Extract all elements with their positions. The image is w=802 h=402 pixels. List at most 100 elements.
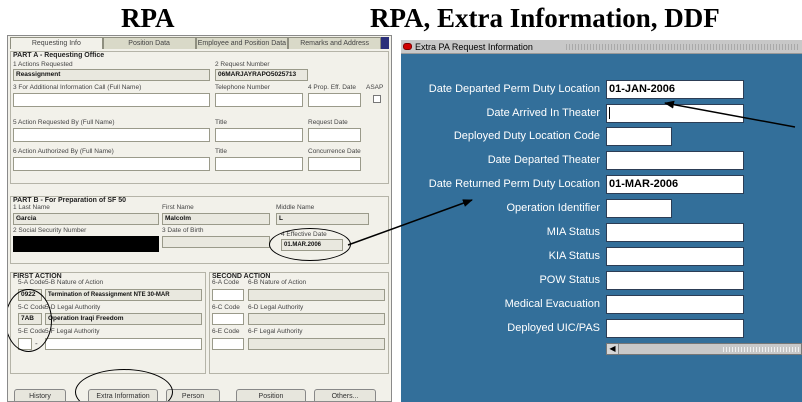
first-name-label: First Name [162,204,194,211]
part-b-title: PART B - For Preparation of SF 50 [13,197,127,204]
tab-bar-end [381,37,389,49]
heading-rpa: RPA [121,3,175,33]
action-authorized-by-field[interactable] [13,157,210,171]
code-6e-label: 6-E Code [212,328,240,335]
titlebar-grip [566,44,800,50]
request-date-field[interactable] [308,128,361,142]
tab-remarks-address[interactable]: Remarks and Address [288,37,381,49]
extra-pa-titlebar[interactable]: Extra PA Request Information [401,40,802,54]
authority-5f-field[interactable] [45,338,202,350]
actions-requested-field[interactable]: Reassignment [13,69,210,81]
window-icon [403,43,412,50]
concurrence-date-field[interactable] [308,157,361,171]
scrollbar-grip [723,347,801,352]
code-6a-field[interactable] [212,289,244,301]
telephone-field[interactable] [215,93,303,107]
asap-checkbox[interactable] [373,95,381,103]
ssn-label: 2 Social Security Number [13,227,87,234]
field-label-date-returned-perm: Date Returned Perm Duty Location [428,178,600,190]
last-name-label: 1 Last Name [13,204,50,211]
tab-employee-position-data[interactable]: Employee and Position Data [195,37,289,49]
others-button[interactable]: Others... [314,389,376,401]
nature-5b-field[interactable]: Termination of Reassignment NTE 30-MAR [45,289,202,301]
action-codes-highlight [8,289,52,352]
authority-6f-label: 6-F Legal Authority [248,328,303,335]
field-label-operation-identifier: Operation Identifier [506,202,600,214]
action-requested-by-label: 5 Action Requested By (Full Name) [13,119,115,126]
title-field[interactable] [215,128,303,142]
tab-position-data[interactable]: Position Data [102,37,196,49]
field-label-date-departed-perm: Date Departed Perm Duty Location [428,83,600,95]
deployed-duty-location-input[interactable] [606,127,672,146]
history-button[interactable]: History [14,389,66,401]
action-authorized-by-label: 6 Action Authorized By (Full Name) [13,148,114,155]
field-label-date-arrived-theater: Date Arrived In Theater [486,107,600,119]
date-returned-perm-input[interactable]: 01-MAR-2006 [606,175,744,194]
mia-status-input[interactable] [606,223,744,242]
rpa-tab-bar: Requesting Info Position Data Employee a… [10,37,389,49]
person-button[interactable]: Person [166,389,220,401]
part-a-title: PART A - Requesting Office [13,52,105,59]
scroll-left-arrow-icon[interactable]: ◀ [607,344,619,354]
middle-name-field[interactable]: L [276,213,369,225]
last-name-field[interactable]: Garcia [13,213,159,225]
authority-5d-label: 5-D Legal Authority [45,304,101,311]
asap-label: ASAP [366,84,384,91]
code-5a-label: 5-A Code [18,279,46,286]
dob-field[interactable] [162,236,270,248]
title-label: Title [215,119,228,126]
authority-5f-label: 5-F Legal Authority [45,328,100,335]
telephone-label: Telephone Number [215,84,270,91]
title2-field[interactable] [215,157,303,171]
kia-status-input[interactable] [606,247,744,266]
field-label-date-departed-theater: Date Departed Theater [487,154,600,166]
dob-label: 3 Date of Birth [162,227,204,234]
operation-identifier-input[interactable] [606,199,672,218]
additional-info-label: 3 For Additional Information Call (Full … [13,84,142,91]
position-button[interactable]: Position [236,389,306,401]
authority-6d-field[interactable] [248,313,385,325]
date-arrived-theater-input[interactable] [606,104,744,123]
field-label-pow-status: POW Status [539,274,600,286]
nature-6b-label: 6-B Nature of Action [248,279,307,286]
action-requested-by-field[interactable] [13,128,210,142]
field-label-medical-evacuation: Medical Evacuation [504,298,600,310]
request-date-label: Request Date [308,119,348,126]
request-number-field[interactable]: 06MARJAYRAPO5025713 [215,69,308,81]
first-name-field[interactable]: Malcolm [162,213,270,225]
code-6c-field[interactable] [212,313,244,325]
nature-5b-label: 5-B Nature of Action [45,279,104,286]
prop-eff-date-label: 4 Prop. Eff. Date [308,84,356,91]
field-label-mia-status: MIA Status [546,226,600,238]
authority-6f-field[interactable] [248,338,385,350]
field-label-deployed-uic-pas: Deployed UIC/PAS [507,322,600,334]
code-6e-field[interactable] [212,338,244,350]
prop-eff-date-field[interactable] [308,93,361,107]
pow-status-input[interactable] [606,271,744,290]
code-6c-label: 6-C Code [212,304,240,311]
code-6a-label: 6-A Code [212,279,240,286]
ssn-field[interactable] [13,236,159,252]
effective-date-highlight [269,228,351,261]
rpa-form: Requesting Info Position Data Employee a… [7,35,392,402]
field-label-kia-status: KIA Status [548,250,600,262]
actions-requested-label: 1 Actions Requested [13,61,73,68]
field-label-deployed-duty-location: Deployed Duty Location Code [453,130,600,142]
medical-evacuation-input[interactable] [606,295,744,314]
request-number-label: 2 Request Number [215,61,270,68]
nature-6b-field[interactable] [248,289,385,301]
window-title: Extra PA Request Information [415,42,533,52]
date-departed-theater-input[interactable] [606,151,744,170]
text-cursor [609,107,610,120]
date-departed-perm-input[interactable]: 01-JAN-2006 [606,80,744,99]
deployed-uic-pas-input[interactable] [606,319,744,338]
heading-rpa-extra-info: RPA, Extra Information, DDF [370,3,720,33]
additional-info-field[interactable] [13,93,210,107]
extra-pa-window: Extra PA Request Information Date Depart… [401,40,802,402]
tab-requesting-info[interactable]: Requesting Info [10,37,103,49]
horizontal-scrollbar[interactable]: ◀ [606,343,802,355]
authority-5d-field[interactable]: Operation Iraqi Freedom [45,313,202,325]
concurrence-date-label: Concurrence Date [308,148,361,155]
authority-6d-label: 6-D Legal Authority [248,304,304,311]
title2-label: Title [215,148,228,155]
